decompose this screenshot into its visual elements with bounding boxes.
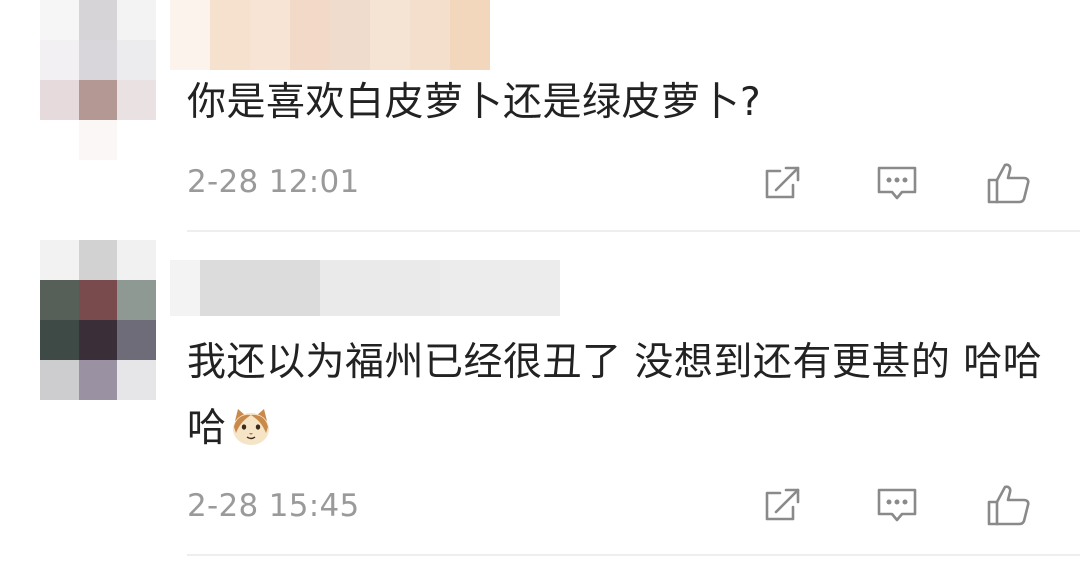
- comment-text-content: 我还以为福州已经很丑了 没想到还有更甚的 哈哈哈: [187, 340, 1043, 451]
- comment-item: 你是喜欢白皮萝卜还是绿皮萝卜? 2-28 12:01: [0, 0, 1080, 232]
- timestamp: 2-28 15:45: [187, 488, 360, 524]
- reply-icon: [877, 166, 917, 200]
- like-icon: [987, 163, 1030, 204]
- share-icon: [765, 166, 800, 199]
- share-icon: [765, 488, 800, 521]
- divider: [187, 554, 1080, 556]
- comment-text: 我还以为福州已经很丑了 没想到还有更甚的 哈哈哈: [187, 330, 1047, 462]
- like-icon: [987, 485, 1030, 526]
- comment-text: 你是喜欢白皮萝卜还是绿皮萝卜?: [187, 80, 762, 125]
- reply-button[interactable]: [872, 480, 922, 530]
- share-button[interactable]: [758, 158, 808, 208]
- like-button[interactable]: [984, 480, 1034, 530]
- username-blurred[interactable]: [170, 260, 560, 316]
- username-blurred[interactable]: [170, 0, 490, 70]
- share-button[interactable]: [758, 480, 808, 530]
- cat-face-emoji: [232, 409, 269, 445]
- like-button[interactable]: [984, 158, 1034, 208]
- reply-button[interactable]: [872, 158, 922, 208]
- comment-item: 我还以为福州已经很丑了 没想到还有更甚的 哈哈哈 2-28 15:45: [0, 232, 1080, 570]
- timestamp: 2-28 12:01: [187, 164, 360, 200]
- avatar[interactable]: [40, 0, 156, 160]
- reply-icon: [877, 488, 917, 522]
- avatar[interactable]: [40, 240, 156, 400]
